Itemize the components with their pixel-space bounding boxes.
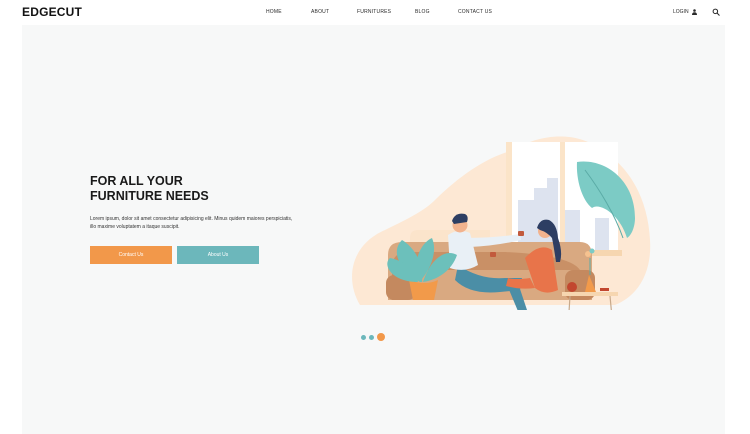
user-icon	[691, 9, 697, 15]
hero-title-line-2: FURNITURE NEEDS	[90, 189, 209, 203]
search-icon[interactable]	[712, 8, 720, 16]
carousel-indicators	[361, 333, 385, 341]
hero-section: FOR ALL YOUR FURNITURE NEEDS Lorem ipsum…	[22, 25, 725, 434]
carousel-dot-3-active[interactable]	[377, 333, 385, 341]
about-us-button[interactable]: About Us	[177, 246, 259, 264]
login-link[interactable]: LOGIN	[673, 9, 697, 15]
nav-item-home[interactable]: HOME	[266, 9, 282, 15]
contact-us-button[interactable]: Contact Us	[90, 246, 172, 264]
carousel-dot-1[interactable]	[361, 334, 366, 340]
header: EDGECUT HOME ABOUT FURNITURES BLOG CONTA…	[0, 0, 750, 25]
hero-title: FOR ALL YOUR FURNITURE NEEDS	[90, 174, 270, 204]
hero-title-line-1: FOR ALL YOUR	[90, 174, 183, 188]
hero-description: Lorem ipsum, dolor sit amet consectetur …	[90, 216, 293, 230]
main-nav: HOME ABOUT FURNITURES BLOG CONTACT US	[0, 9, 750, 19]
nav-item-contact-us[interactable]: CONTACT US	[458, 9, 492, 15]
login-label: LOGIN	[673, 9, 689, 15]
carousel-dot-2[interactable]	[369, 334, 374, 340]
nav-item-blog[interactable]: BLOG	[415, 9, 430, 15]
couple-on-sofa-illustration	[352, 136, 651, 310]
nav-item-about[interactable]: ABOUT	[311, 9, 329, 15]
nav-item-furnitures[interactable]: FURNITURES	[357, 9, 391, 15]
